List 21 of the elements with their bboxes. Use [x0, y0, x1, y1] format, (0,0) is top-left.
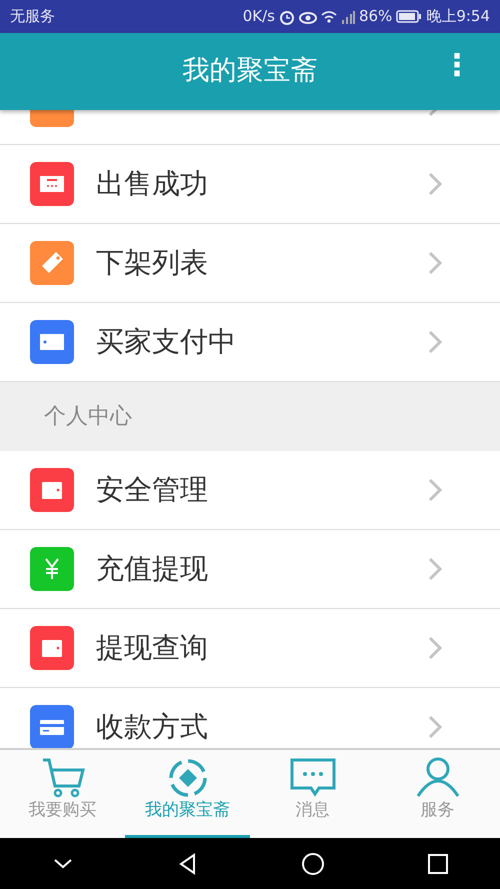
- battery-percent: 86%: [358, 6, 392, 28]
- chevron-icon: [428, 715, 442, 739]
- screen-title: 我的聚宝斋: [182, 54, 318, 88]
- carrier-text: 无服务: [10, 6, 55, 28]
- wifi-icon: [320, 10, 337, 24]
- home-icon[interactable]: [300, 852, 324, 876]
- clock-text: 晚上9:54: [426, 6, 490, 28]
- network-speed: 0K/s: [242, 6, 275, 28]
- recents-icon[interactable]: [426, 852, 450, 876]
- chevron-icon: [428, 557, 442, 581]
- signal-icon: [340, 8, 355, 24]
- eye-icon: [298, 10, 317, 24]
- chat-bubble-icon: [288, 756, 336, 798]
- section-header: 个人中心: [0, 382, 500, 451]
- chevron-icon: [428, 172, 442, 196]
- chevron-icon: [428, 251, 442, 275]
- chevron-icon: [428, 478, 442, 502]
- alarm-icon: [278, 8, 295, 24]
- chevron-icon: [428, 330, 442, 354]
- chevron-icon: [428, 636, 442, 660]
- battery-icon: [396, 10, 422, 23]
